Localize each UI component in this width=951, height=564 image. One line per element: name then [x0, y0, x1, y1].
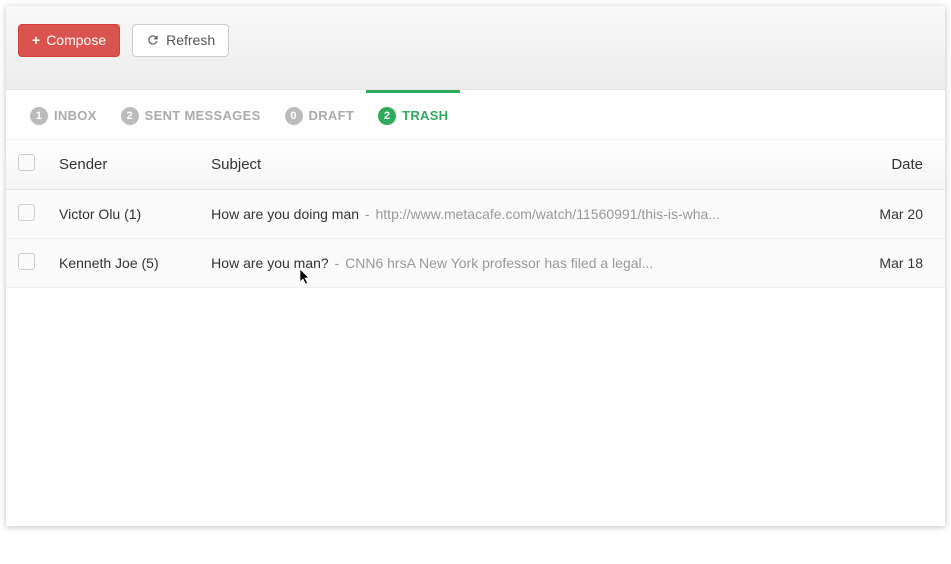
compose-button-label: Compose: [46, 32, 106, 49]
tab-sent-label: SENT MESSAGES: [145, 108, 261, 123]
row-date: Mar 20: [855, 189, 945, 238]
tab-trash-count: 2: [378, 107, 396, 125]
tab-sent[interactable]: 2 SENT MESSAGES: [109, 90, 273, 139]
row-sender: Kenneth Joe (5): [47, 238, 199, 287]
subject-preview: http://www.metacafe.com/watch/11560991/t…: [376, 206, 720, 222]
table-row[interactable]: Victor Olu (1) How are you doing man - h…: [6, 189, 945, 238]
row-checkbox[interactable]: [18, 253, 35, 270]
tab-draft[interactable]: 0 DRAFT: [273, 90, 367, 139]
row-subject: How are you doing man - http://www.metac…: [199, 189, 855, 238]
row-sender: Victor Olu (1): [47, 189, 199, 238]
mail-app: + Compose Refresh 1 INBOX 2 SENT MESSAGE…: [6, 6, 945, 526]
refresh-button[interactable]: Refresh: [132, 24, 229, 57]
subject-title: How are you man?: [211, 255, 329, 271]
tab-draft-label: DRAFT: [309, 108, 355, 123]
subject-preview: CNN6 hrsA New York professor has filed a…: [345, 255, 653, 271]
table-row[interactable]: Kenneth Joe (5) How are you man? - CNN6 …: [6, 238, 945, 287]
header-row: Sender Subject Date: [6, 140, 945, 190]
toolbar: + Compose Refresh: [6, 6, 945, 90]
tab-sent-count: 2: [121, 107, 139, 125]
subject-separator: -: [361, 206, 373, 222]
row-date: Mar 18: [855, 238, 945, 287]
header-subject: Subject: [199, 140, 855, 190]
refresh-icon: [146, 33, 160, 47]
header-sender: Sender: [47, 140, 199, 190]
tab-trash[interactable]: 2 TRASH: [366, 90, 460, 139]
compose-button[interactable]: + Compose: [18, 24, 120, 57]
header-date: Date: [855, 140, 945, 190]
subject-separator: -: [331, 255, 343, 271]
select-all-checkbox[interactable]: [18, 154, 35, 171]
mail-table: Sender Subject Date Victor Olu (1) How a…: [6, 140, 945, 288]
folder-tabs: 1 INBOX 2 SENT MESSAGES 0 DRAFT 2 TRASH: [6, 90, 945, 140]
tab-trash-label: TRASH: [402, 108, 448, 123]
tab-inbox-label: INBOX: [54, 108, 97, 123]
subject-title: How are you doing man: [211, 206, 359, 222]
refresh-button-label: Refresh: [166, 32, 215, 49]
tab-draft-count: 0: [285, 107, 303, 125]
row-checkbox[interactable]: [18, 204, 35, 221]
plus-icon: +: [32, 33, 40, 47]
tab-inbox-count: 1: [30, 107, 48, 125]
row-subject: How are you man? - CNN6 hrsA New York pr…: [199, 238, 855, 287]
tab-inbox[interactable]: 1 INBOX: [18, 90, 109, 139]
